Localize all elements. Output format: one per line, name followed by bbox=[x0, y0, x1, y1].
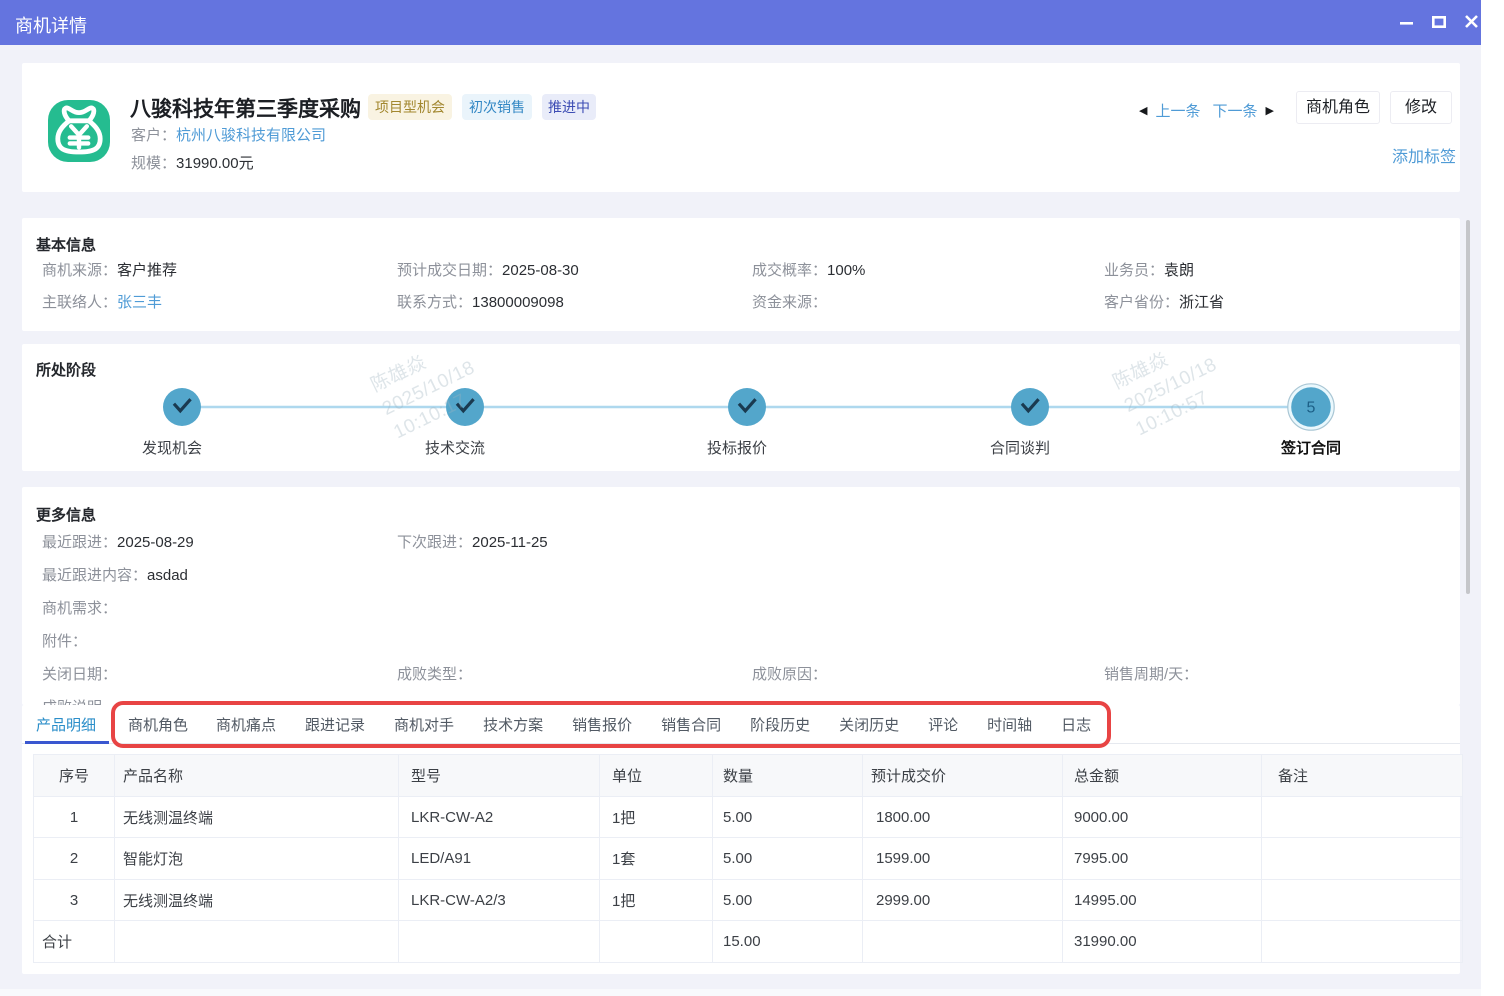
svg-text:5: 5 bbox=[1307, 400, 1316, 417]
